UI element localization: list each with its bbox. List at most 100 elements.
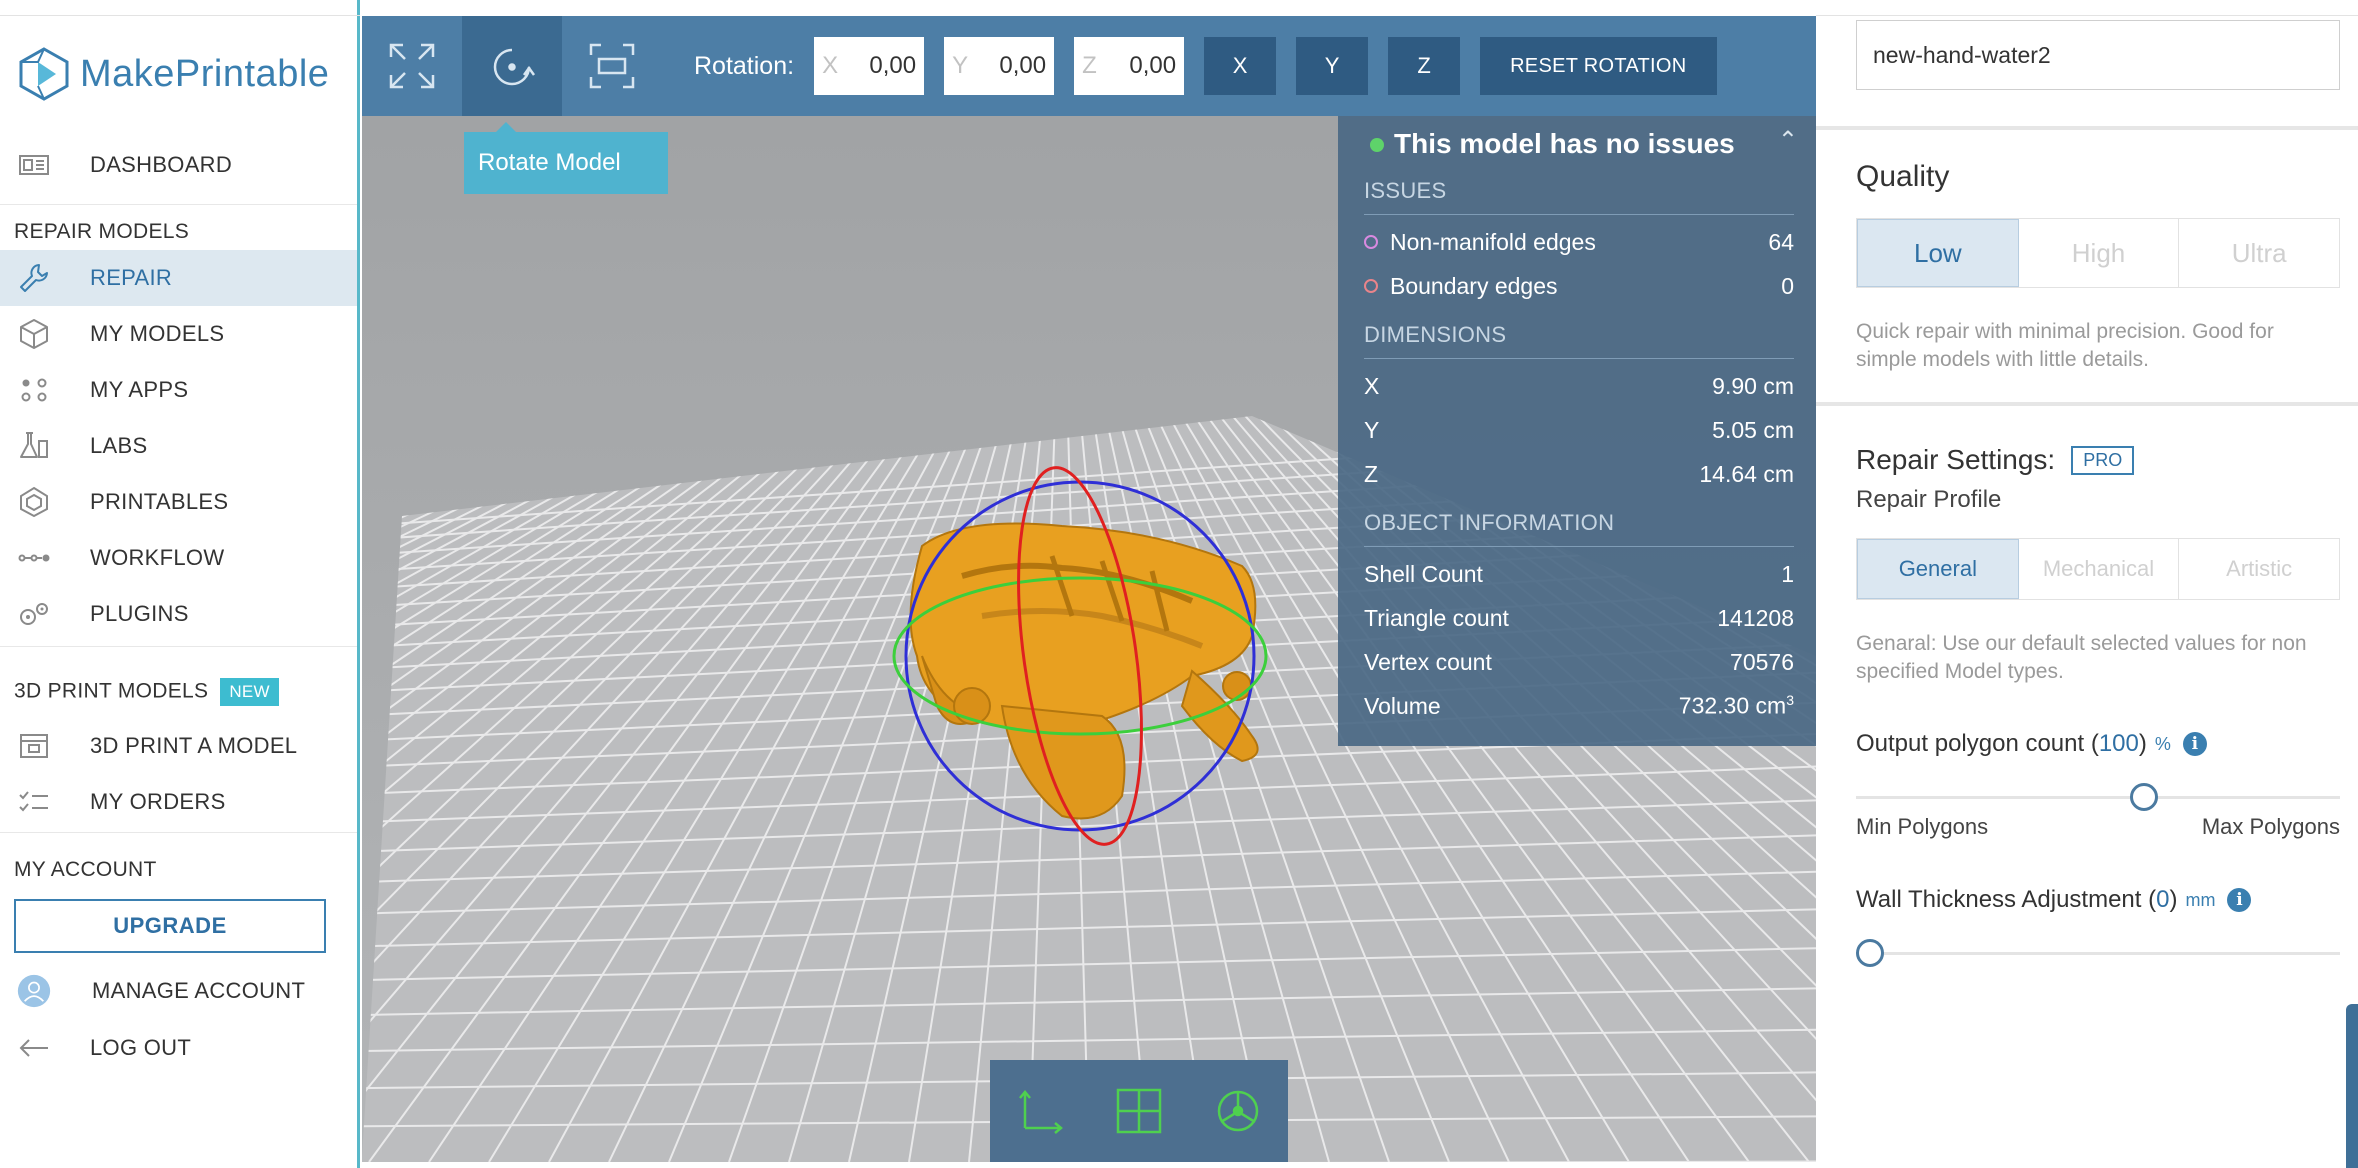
fullscreen-button[interactable] [362, 16, 462, 116]
nav-dashboard[interactable]: DASHBOARD [0, 137, 357, 193]
model-info-panel: This model has no issues ⌃ ISSUES Non-ma… [1338, 116, 1816, 746]
nav-plugins[interactable]: PLUGINS [0, 586, 357, 642]
polygon-slider-labels: Min Polygons Max Polygons [1856, 814, 2340, 840]
dimension-value: 14.64 cm [1699, 460, 1794, 487]
wall-slider-track[interactable] [1856, 952, 2340, 955]
section-3d-print-models: 3D PRINT MODELS NEW [14, 678, 279, 706]
flask-icon [14, 426, 54, 466]
nav-labs[interactable]: LABS [0, 418, 357, 474]
profile-artistic-option[interactable]: Artistic [2179, 539, 2340, 599]
nav-manage-account[interactable]: MANAGE ACCOUNT [0, 963, 357, 1019]
nav-my-orders[interactable]: MY ORDERS [0, 774, 357, 830]
quality-high-option[interactable]: High [2018, 219, 2180, 287]
expand-icon [389, 43, 435, 89]
profile-selector: General Mechanical Artistic [1856, 538, 2340, 600]
object-value: 70576 [1730, 648, 1794, 675]
issue-label: Boundary edges [1390, 272, 1558, 299]
logo[interactable]: MakePrintable [16, 44, 329, 104]
nav-repair-label: REPAIR [90, 265, 173, 290]
divider [1816, 126, 2358, 130]
issue-row: Non-manifold edges 64 [1364, 222, 1794, 262]
rotate-x-button[interactable]: X [1204, 37, 1277, 95]
brand-name: MakePrintable [80, 52, 330, 95]
rotate-model-button[interactable] [462, 16, 562, 116]
nav-my-models[interactable]: MY MODELS [0, 306, 357, 362]
repair-settings-label: Repair Settings: [1856, 444, 2056, 475]
dimension-label: X [1364, 372, 1380, 399]
rotation-y-input[interactable] [982, 52, 1047, 80]
logo-icon [19, 47, 69, 101]
checklist-icon [14, 782, 54, 822]
divider [0, 204, 357, 205]
grid-toggle-button[interactable] [1104, 1076, 1174, 1146]
nav-workflow[interactable]: WORKFLOW [0, 530, 357, 586]
divider [1816, 402, 2358, 406]
polygon-count-value: 100 [2098, 730, 2139, 757]
object-row: Shell Count 1 [1364, 554, 1794, 594]
wall-slider-thumb[interactable] [1856, 939, 1884, 967]
issue-value: 0 [1781, 272, 1794, 299]
nav-my-models-label: MY MODELS [90, 321, 225, 346]
status-row[interactable]: This model has no issues ⌃ [1338, 116, 1816, 172]
apps-icon [14, 370, 54, 410]
rotate-z-button[interactable]: Z [1388, 37, 1461, 95]
feedback-tab[interactable] [2346, 1004, 2358, 1168]
info-icon[interactable]: i [2227, 888, 2252, 912]
section-my-account: MY ACCOUNT [14, 858, 157, 881]
grid-icon [1116, 1088, 1162, 1134]
nav-printables-label: PRINTABLES [90, 489, 229, 514]
printer-icon [14, 726, 54, 766]
upgrade-button[interactable]: UPGRADE [14, 899, 326, 953]
object-value: 1 [1781, 560, 1794, 587]
rotate-y-button[interactable]: Y [1296, 37, 1369, 95]
rotation-x-field[interactable]: X [814, 37, 925, 95]
rotate-model-tooltip: Rotate Model [464, 122, 668, 194]
nav-3d-print-a-model[interactable]: 3D PRINT A MODEL [0, 718, 357, 774]
nav-repair[interactable]: REPAIR [0, 250, 357, 306]
chevron-up-icon[interactable]: ⌃ [1778, 126, 1798, 155]
quality-title: Quality [1856, 160, 1950, 193]
profile-description: Genaral: Use our default selected values… [1856, 632, 2307, 683]
dimension-label: Z [1364, 460, 1379, 487]
non-manifold-marker-icon [1364, 235, 1378, 249]
wall-thickness-close: ) [2169, 886, 2178, 913]
nav-printables[interactable]: PRINTABLES [0, 474, 357, 530]
rotate-icon [493, 48, 536, 86]
gizmo-toggle-button[interactable] [1203, 1076, 1273, 1146]
new-badge: NEW [220, 678, 279, 706]
plugins-icon [14, 594, 54, 634]
quality-ultra-option[interactable]: Ultra [2179, 219, 2340, 287]
quality-low-option[interactable]: Low [1857, 219, 2019, 287]
nav-log-out[interactable]: LOG OUT [0, 1020, 357, 1076]
volume-value: 732.30 cm [1678, 692, 1787, 719]
profile-general-option[interactable]: General [1857, 539, 2019, 599]
dimension-value: 5.05 cm [1712, 416, 1794, 443]
status-ok-icon [1370, 138, 1384, 152]
info-icon[interactable]: i [2182, 732, 2207, 756]
polygon-slider-track[interactable] [1856, 796, 2340, 799]
fit-view-button[interactable] [562, 16, 662, 116]
volume-label: Volume [1364, 692, 1441, 719]
workflow-icon [14, 538, 54, 578]
rotation-y-axis-label: Y [952, 52, 969, 79]
dimensions-header: DIMENSIONS [1364, 322, 1794, 359]
arrow-left-icon [14, 1028, 54, 1068]
shape-icon [14, 482, 54, 522]
object-info-header: OBJECT INFORMATION [1364, 510, 1794, 547]
rotation-z-field[interactable]: Z [1074, 37, 1185, 95]
avatar [14, 971, 54, 1011]
quality-selector: Low High Ultra [1856, 218, 2340, 288]
rotation-y-field[interactable]: Y [944, 37, 1055, 95]
model-viewport[interactable]: Rotation: X Y Z X Y Z RESET ROTATION Rot… [362, 16, 1816, 1162]
rotation-x-input[interactable] [852, 52, 917, 80]
nav-my-apps[interactable]: MY APPS [0, 362, 357, 418]
axes-view-button[interactable] [1005, 1076, 1075, 1146]
profile-mechanical-option[interactable]: Mechanical [2018, 539, 2180, 599]
model-name-input[interactable] [1856, 20, 2340, 90]
polygon-count-close: ) [2138, 730, 2147, 757]
status-text: This model has no issues [1394, 128, 1735, 159]
polygon-slider-thumb[interactable] [2129, 783, 2158, 811]
rotation-z-input[interactable] [1112, 52, 1177, 80]
reset-rotation-button[interactable]: RESET ROTATION [1480, 37, 1717, 95]
polygon-count-label: Output polygon count (100)% i [1856, 730, 2207, 758]
